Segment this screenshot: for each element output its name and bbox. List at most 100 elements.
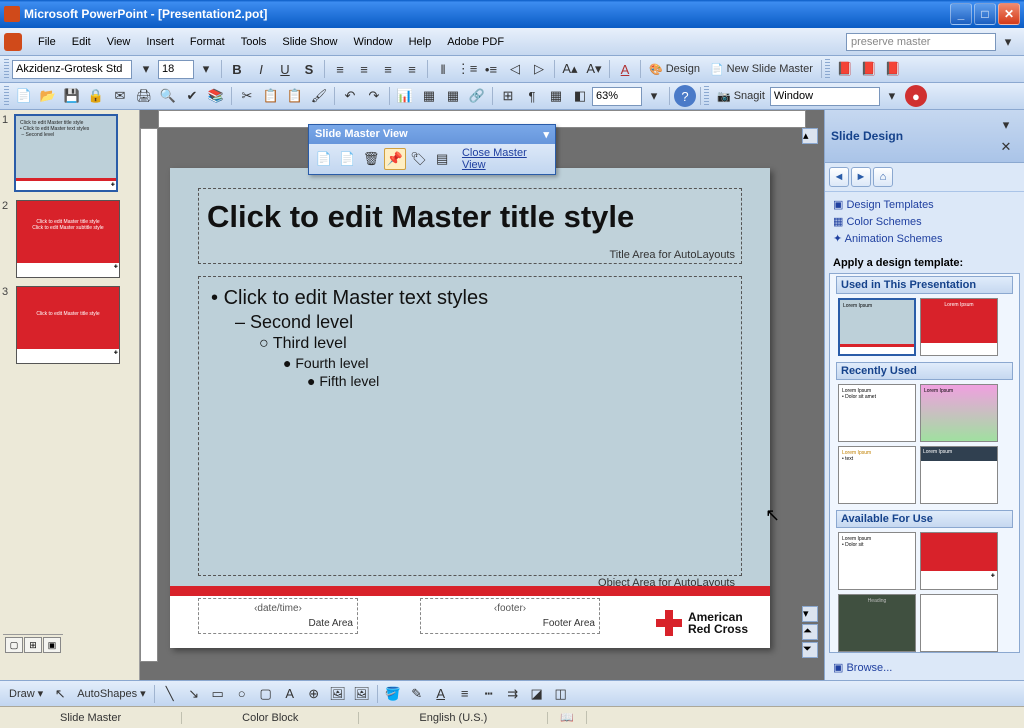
menu-format[interactable]: Format bbox=[182, 32, 233, 52]
close-master-view-button[interactable]: Close Master View bbox=[462, 147, 552, 171]
nav-home-button[interactable]: ⌂ bbox=[873, 167, 893, 187]
new-slide-master-button[interactable]: 📄New Slide Master bbox=[706, 58, 817, 80]
title-placeholder[interactable]: Click to edit Master title style Title A… bbox=[198, 188, 742, 264]
pdf-icon[interactable]: 📕 bbox=[834, 58, 856, 80]
insert-chart-button[interactable]: 📊 bbox=[394, 85, 416, 107]
bold-button[interactable]: B bbox=[226, 58, 248, 80]
autoshapes-menu[interactable]: AutoShapes ▾ bbox=[73, 683, 149, 705]
dash-style-button[interactable]: ┅ bbox=[478, 683, 500, 705]
diagram-button[interactable]: ⊕ bbox=[303, 683, 325, 705]
italic-button[interactable]: I bbox=[250, 58, 272, 80]
template-thumb[interactable]: Heading bbox=[838, 594, 916, 652]
menu-edit[interactable]: Edit bbox=[64, 32, 99, 52]
master-thumbnail-2[interactable]: 2 Click to edit Master title styleClick … bbox=[4, 200, 135, 278]
font-color-button[interactable]: A bbox=[614, 58, 636, 80]
show-grid-button[interactable]: ▦ bbox=[545, 85, 567, 107]
template-thumb[interactable]: Lorem Ipsum• Dolor sit bbox=[838, 532, 916, 590]
design-button[interactable]: 🎨Design bbox=[645, 58, 704, 80]
textbox-button[interactable]: ▢ bbox=[255, 683, 277, 705]
menu-insert[interactable]: Insert bbox=[138, 32, 182, 52]
toolbar-grip[interactable] bbox=[4, 86, 9, 106]
line-button[interactable]: ╲ bbox=[159, 683, 181, 705]
template-thumb[interactable]: Lorem Ipsum bbox=[920, 384, 998, 442]
maximize-button[interactable]: □ bbox=[974, 3, 996, 25]
toolbar-grip[interactable] bbox=[704, 86, 709, 106]
template-thumb[interactable]: Lorem Ipsum• text bbox=[838, 446, 916, 504]
powerpoint-icon[interactable] bbox=[4, 33, 22, 51]
body-level-1[interactable]: • Click to edit Master text styles bbox=[211, 287, 729, 310]
align-justify-button[interactable]: ≡ bbox=[401, 58, 423, 80]
minimize-button[interactable]: _ bbox=[950, 3, 972, 25]
toolbar-grip[interactable] bbox=[4, 59, 9, 79]
decrease-font-button[interactable]: A▾ bbox=[583, 58, 605, 80]
menu-adobepdf[interactable]: Adobe PDF bbox=[439, 32, 512, 52]
template-thumb[interactable]: Lorem Ipsum• Dolor sit amet bbox=[838, 384, 916, 442]
delete-master-button[interactable]: 🗑 bbox=[360, 148, 382, 170]
browse-link[interactable]: ▣ Browse... bbox=[825, 655, 1024, 680]
save-button[interactable]: 💾 bbox=[61, 85, 83, 107]
insert-slide-master-button[interactable]: 📄 bbox=[313, 148, 335, 170]
menu-window[interactable]: Window bbox=[345, 32, 400, 52]
align-right-button[interactable]: ≡ bbox=[377, 58, 399, 80]
link-color-schemes[interactable]: ▦ Color Schemes bbox=[833, 213, 1016, 230]
3d-style-button[interactable]: ◫ bbox=[550, 683, 572, 705]
status-spellcheck-icon[interactable]: 📖 bbox=[548, 711, 587, 724]
bullets-button[interactable]: •≡ bbox=[480, 58, 502, 80]
permission-button[interactable]: 🔒 bbox=[85, 85, 107, 107]
zoom-selector[interactable]: 63% bbox=[592, 87, 642, 106]
shadow-button[interactable]: S bbox=[298, 58, 320, 80]
insert-title-master-button[interactable]: 📄 bbox=[337, 148, 359, 170]
open-button[interactable]: 📂 bbox=[37, 85, 59, 107]
next-slide-button[interactable]: ⏷ bbox=[802, 642, 818, 658]
numbering-button[interactable]: ⋮≡ bbox=[456, 58, 478, 80]
scroll-down-button[interactable]: ▾ bbox=[802, 606, 818, 622]
template-thumb[interactable]: Lorem Ipsum bbox=[920, 298, 998, 356]
status-language[interactable]: English (U.S.) bbox=[359, 712, 548, 724]
print-button[interactable]: 🖨 bbox=[133, 85, 155, 107]
font-selector[interactable]: Akzidenz-Grotesk Std bbox=[12, 60, 132, 79]
help-button[interactable]: ? bbox=[674, 85, 696, 107]
decrease-indent-button[interactable]: ◁ bbox=[504, 58, 526, 80]
new-button[interactable]: 📄 bbox=[13, 85, 35, 107]
prev-slide-button[interactable]: ⏶ bbox=[802, 624, 818, 640]
master-toolbar-dropdown[interactable]: ▾ bbox=[543, 128, 549, 141]
tables-borders-button[interactable]: ▦ bbox=[442, 85, 464, 107]
title-text[interactable]: Click to edit Master title style bbox=[207, 199, 733, 235]
format-painter-button[interactable]: 🖌 bbox=[308, 85, 330, 107]
font-color-button[interactable]: A bbox=[430, 683, 452, 705]
clipart-button[interactable]: 🖼 bbox=[327, 683, 349, 705]
menu-tools[interactable]: Tools bbox=[233, 32, 275, 52]
line-style-button[interactable]: ≡ bbox=[454, 683, 476, 705]
size-dropdown[interactable]: ▾ bbox=[195, 58, 217, 80]
taskpane-menu-button[interactable]: ▾ bbox=[995, 114, 1017, 136]
help-search-box[interactable]: preserve master bbox=[846, 33, 996, 51]
line-spacing-button[interactable]: ‖ bbox=[432, 58, 454, 80]
slide-thumbnails-panel[interactable]: 1 Click to edit Master title style• Clic… bbox=[0, 110, 140, 680]
print-preview-button[interactable]: 🔍 bbox=[157, 85, 179, 107]
font-dropdown[interactable]: ▾ bbox=[135, 58, 157, 80]
preserve-master-button[interactable]: 📌 bbox=[384, 148, 406, 170]
menu-help[interactable]: Help bbox=[401, 32, 440, 52]
menu-slideshow[interactable]: Slide Show bbox=[274, 32, 345, 52]
master-toolbar-title[interactable]: Slide Master View bbox=[315, 128, 408, 141]
template-thumb[interactable]: ✚ bbox=[920, 532, 998, 590]
footer-placeholder[interactable]: ‹footer› Footer Area bbox=[420, 598, 600, 634]
body-level-5[interactable]: ● Fifth level bbox=[307, 373, 729, 389]
arrow-style-button[interactable]: ⇉ bbox=[502, 683, 524, 705]
master-thumbnail-3[interactable]: 3 Click to edit Master title style✚ bbox=[4, 286, 135, 364]
link-animation-schemes[interactable]: ✦ Animation Schemes bbox=[833, 230, 1016, 247]
vertical-ruler[interactable] bbox=[140, 128, 158, 662]
pdf-review-icon[interactable]: 📕 bbox=[882, 58, 904, 80]
draw-menu[interactable]: Draw ▾ bbox=[5, 683, 47, 705]
insert-hyperlink-button[interactable]: 🔗 bbox=[466, 85, 488, 107]
snagit-dropdown[interactable]: ▾ bbox=[881, 85, 903, 107]
body-level-3[interactable]: ○ Third level bbox=[259, 335, 729, 353]
body-level-4[interactable]: ● Fourth level bbox=[283, 355, 729, 371]
picture-button[interactable]: 🖼 bbox=[351, 683, 373, 705]
color-grayscale-button[interactable]: ◧ bbox=[569, 85, 591, 107]
line-color-button[interactable]: ✎ bbox=[406, 683, 428, 705]
menu-file[interactable]: File bbox=[30, 32, 64, 52]
rename-master-button[interactable]: 🏷 bbox=[408, 148, 430, 170]
rectangle-button[interactable]: ▭ bbox=[207, 683, 229, 705]
paste-button[interactable]: 📋 bbox=[284, 85, 306, 107]
